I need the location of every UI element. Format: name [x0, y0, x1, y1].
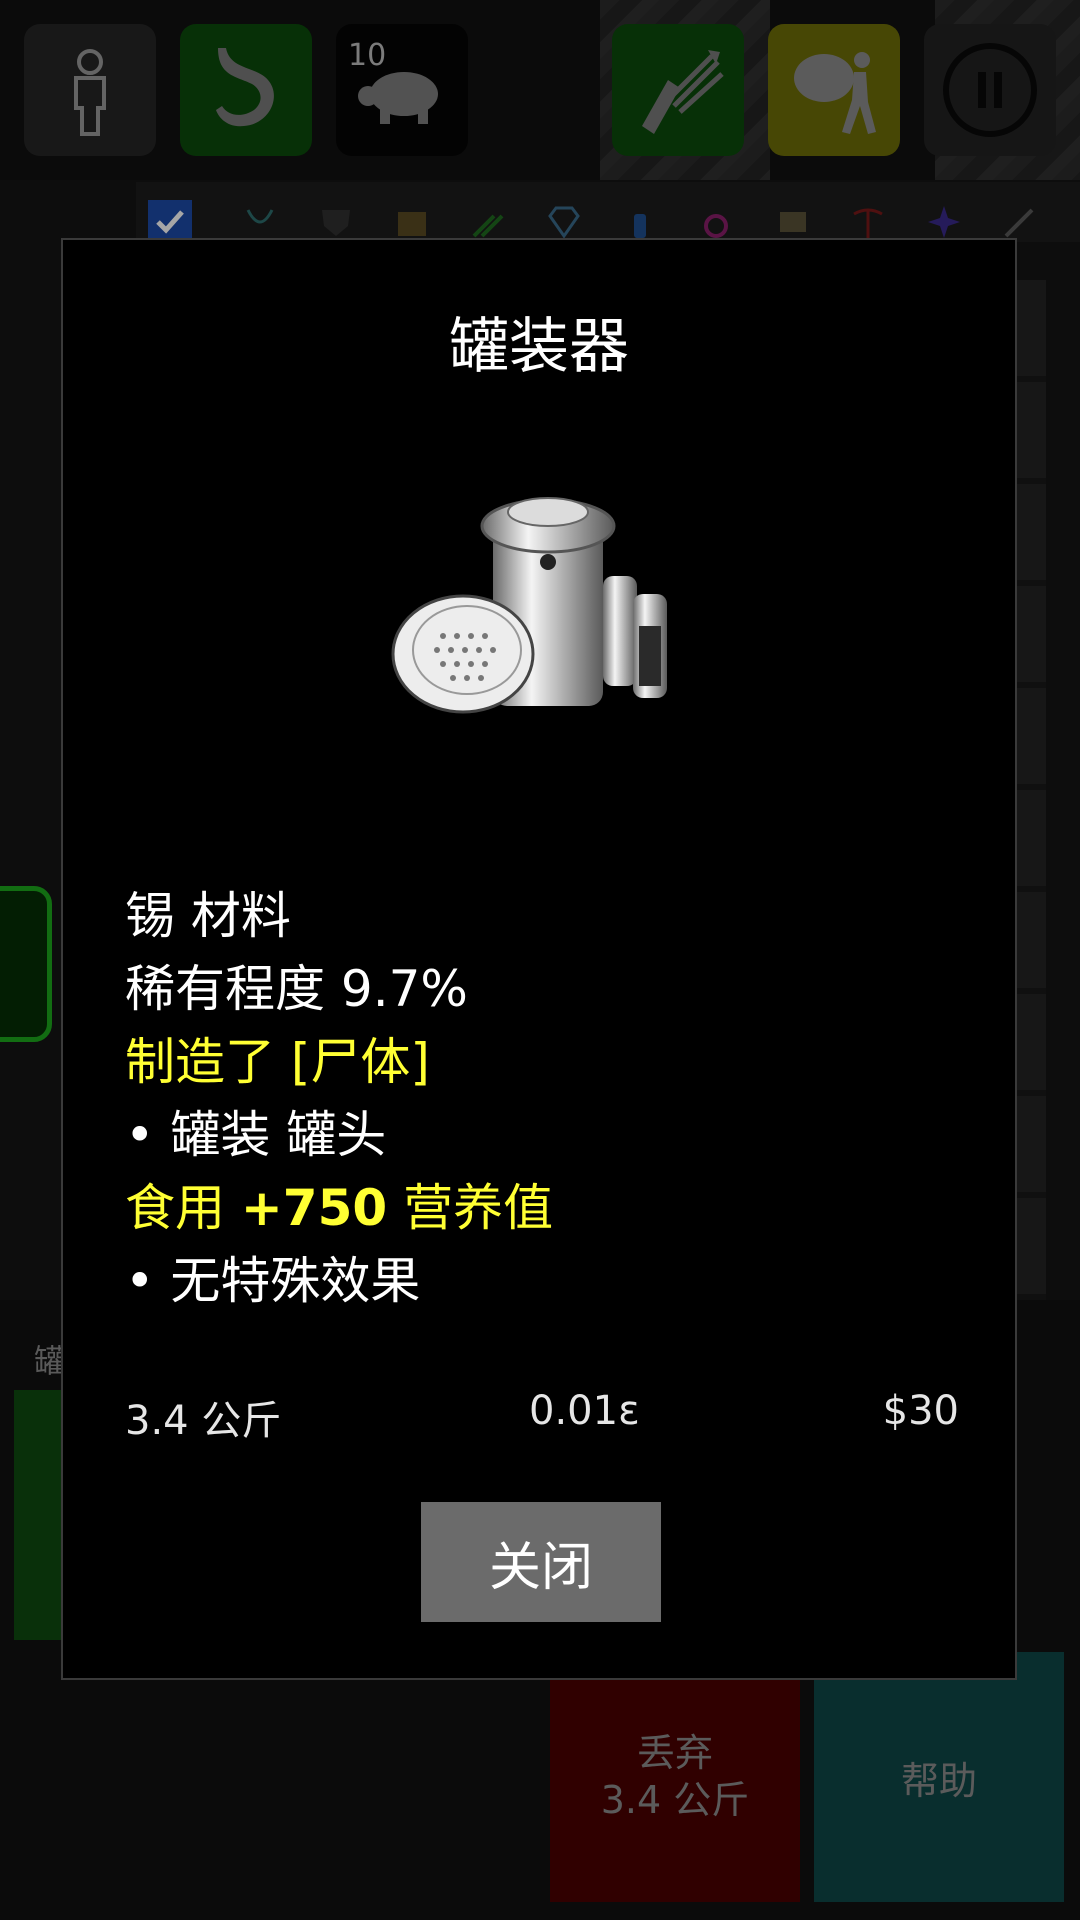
dialog-title: 罐装器 — [449, 312, 629, 382]
item-stats-row: 3.4 公斤 0.01ε $30 — [125, 1388, 959, 1448]
nutrition-suffix: 营养值 — [387, 1179, 554, 1237]
nutrition-line: 食用 +750 营养值 — [125, 1172, 965, 1245]
price-value: $30 — [882, 1388, 959, 1434]
nutrition-value: +750 — [240, 1179, 388, 1237]
usage-line: • 罐装 罐头 — [125, 1106, 387, 1164]
rarity-line: 稀有程度 9.7% — [125, 960, 468, 1018]
crafted-from-line: 制造了 [尸体] — [125, 1033, 430, 1091]
weight-value: 3.4 公斤 — [125, 1398, 282, 1444]
close-button[interactable]: 关闭 — [421, 1502, 661, 1622]
volume-value: 0.01ε — [529, 1388, 640, 1434]
canner-item-image — [391, 497, 667, 714]
item-info-dialog: 罐装器 锡 材料 稀有程度 9.7% 制造了 [尸体] • 罐装 罐头 食用 +… — [61, 238, 1017, 1680]
effect-line: • 无特殊效果 — [125, 1252, 421, 1310]
nutrition-prefix: 食用 — [125, 1179, 241, 1237]
item-description: 锡 材料 稀有程度 9.7% 制造了 [尸体] • 罐装 罐头 食用 +750 … — [125, 880, 965, 1318]
material-line: 锡 材料 — [125, 887, 291, 945]
game-screen: 10 罐 丢弃 3.4 公斤 帮助 罐装器 锡 材料 稀有程度 9.7% 制造了… — [0, 0, 1080, 1920]
